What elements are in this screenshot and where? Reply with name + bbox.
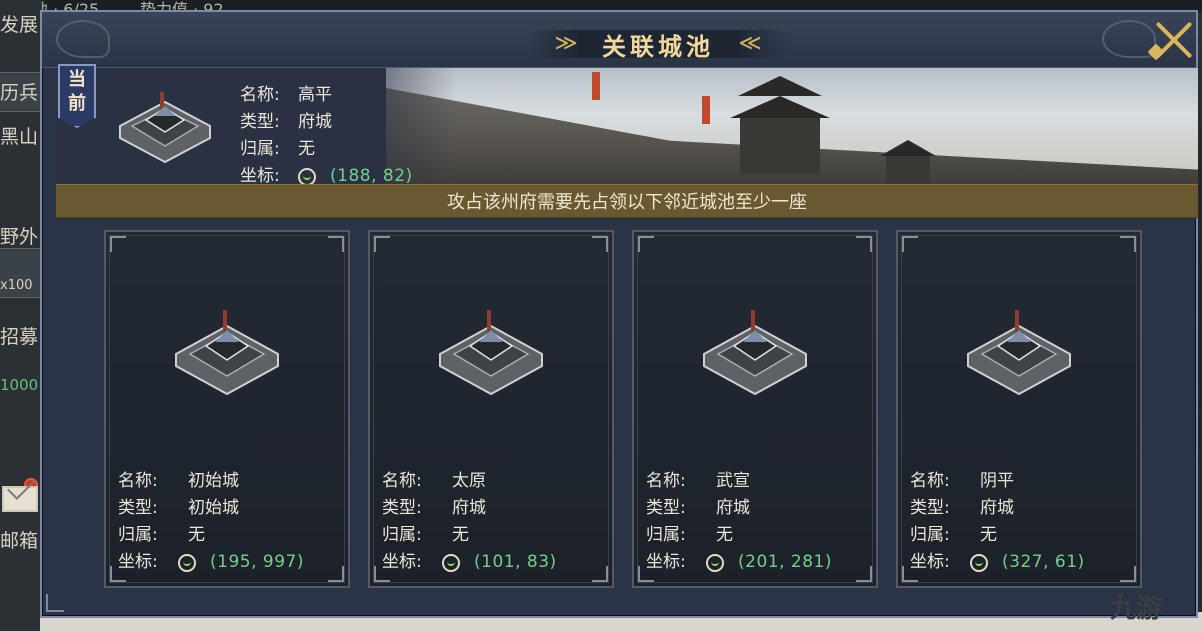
city-owner: 无: [716, 525, 733, 545]
location-pin-icon[interactable]: [970, 553, 988, 572]
city-info: 名称: 武宣 类型: 府城 归属: 无 坐标: (201, 281): [646, 468, 832, 576]
name-label: 名称:: [240, 85, 280, 105]
location-pin-icon[interactable]: [298, 167, 316, 186]
dialog-corner-ornament: [46, 594, 64, 612]
notice-bar: 攻占该州府需要先占领以下邻近城池至少一座: [56, 184, 1198, 218]
coord-label: 坐标:: [910, 552, 950, 572]
city-owner: 无: [980, 525, 997, 545]
city-image: [168, 306, 286, 400]
type-label: 类型:: [382, 498, 422, 518]
coord-label: 坐标:: [646, 552, 686, 572]
city-type: 府城: [980, 498, 1014, 518]
owner-label: 归属:: [240, 139, 280, 159]
city-type: 府城: [298, 112, 332, 132]
notice-text: 攻占该州府需要先占领以下邻近城池至少一座: [447, 192, 807, 213]
left-side-panel: 发展 历兵 黑山 野外 x100 招募 1000 邮箱: [0, 0, 42, 631]
related-cities-dialog: ≫ 关联城池 ≪ 当 前 名称: 高平 类型: 府城 归属: 无 坐标: (18…: [40, 10, 1202, 618]
mail-icon[interactable]: [2, 486, 38, 512]
owner-label: 归属:: [646, 525, 686, 545]
type-label: 类型:: [646, 498, 686, 518]
city-info: 名称: 太原 类型: 府城 归属: 无 坐标: (101, 83): [382, 468, 557, 576]
resource-value: 1000: [0, 376, 39, 394]
owner-label: 归属:: [118, 525, 158, 545]
city-image: [696, 306, 814, 400]
city-image: [432, 306, 550, 400]
mailbox-label[interactable]: 邮箱: [0, 526, 42, 553]
title-ornament-right-icon: ≪: [738, 31, 762, 56]
city-coordinates[interactable]: (101, 83): [474, 549, 557, 576]
develop-tab[interactable]: 发展: [0, 10, 42, 37]
name-label: 名称:: [646, 471, 686, 491]
current-city-info: 名称: 高平 类型: 府城 归属: 无 坐标: (188, 82): [240, 82, 413, 190]
city-name: 阴平: [980, 471, 1014, 491]
city-info: 名称: 初始城 类型: 初始城 归属: 无 坐标: (195, 997): [118, 468, 304, 576]
location-pin-icon[interactable]: [178, 553, 196, 572]
current-badge: 当 前: [58, 64, 96, 128]
name-label: 名称:: [382, 471, 422, 491]
city-owner: 无: [188, 525, 205, 545]
name-label: 名称:: [910, 471, 950, 491]
city-name: 武宣: [716, 471, 750, 491]
city-coordinates[interactable]: (195, 997): [210, 549, 304, 576]
city-name: 初始城: [188, 471, 239, 491]
city-card[interactable]: 名称: 武宣 类型: 府城 归属: 无 坐标: (201, 281): [632, 230, 878, 588]
dialog-header: ≫ 关联城池 ≪: [42, 12, 1196, 68]
city-owner: 无: [452, 525, 469, 545]
owner-label: 归属:: [382, 525, 422, 545]
city-card[interactable]: 名称: 初始城 类型: 初始城 归属: 无 坐标: (195, 997): [104, 230, 350, 588]
city-name: 高平: [298, 85, 332, 105]
name-label: 名称:: [118, 471, 158, 491]
city-type: 府城: [452, 498, 486, 518]
region-label: 黑山: [0, 126, 39, 148]
title-ornament-left-icon: ≫: [554, 31, 578, 56]
city-name: 太原: [452, 471, 486, 491]
watermark-logo: 九游: [1110, 594, 1163, 624]
city-type: 府城: [716, 498, 750, 518]
cloud-ornament-left: [56, 20, 110, 58]
chevron-right-icon[interactable]: [1194, 394, 1202, 440]
recruit-tab[interactable]: 招募: [0, 322, 42, 349]
location-pin-icon[interactable]: [442, 553, 460, 572]
city-card[interactable]: 名称: 太原 类型: 府城 归属: 无 坐标: (101, 83): [368, 230, 614, 588]
city-info: 名称: 阴平 类型: 府城 归属: 无 坐标: (327, 61): [910, 468, 1085, 576]
current-city-image: [110, 86, 220, 168]
army-tab[interactable]: 历兵: [0, 78, 42, 105]
city-owner: 无: [298, 139, 315, 159]
city-coordinates[interactable]: (201, 281): [738, 549, 832, 576]
close-icon[interactable]: [1147, 16, 1198, 64]
type-label: 类型:: [910, 498, 950, 518]
title-plate: ≫ 关联城池 ≪: [528, 24, 788, 64]
city-coordinates[interactable]: (327, 61): [1002, 549, 1085, 576]
type-label: 类型:: [240, 112, 280, 132]
city-card[interactable]: 名称: 阴平 类型: 府城 归属: 无 坐标: (327, 61): [896, 230, 1142, 588]
current-city-banner: [56, 68, 1198, 184]
item-count: x100: [0, 278, 33, 293]
dialog-title: 关联城池: [602, 31, 714, 61]
city-type: 初始城: [188, 498, 239, 518]
location-pin-icon[interactable]: [706, 553, 724, 572]
owner-label: 归属:: [910, 525, 950, 545]
coord-label: 坐标:: [382, 552, 422, 572]
field-tab[interactable]: 野外: [0, 222, 42, 249]
coord-label: 坐标:: [118, 552, 158, 572]
type-label: 类型:: [118, 498, 158, 518]
city-image: [960, 306, 1078, 400]
city-wall-scenery: [386, 68, 1198, 184]
